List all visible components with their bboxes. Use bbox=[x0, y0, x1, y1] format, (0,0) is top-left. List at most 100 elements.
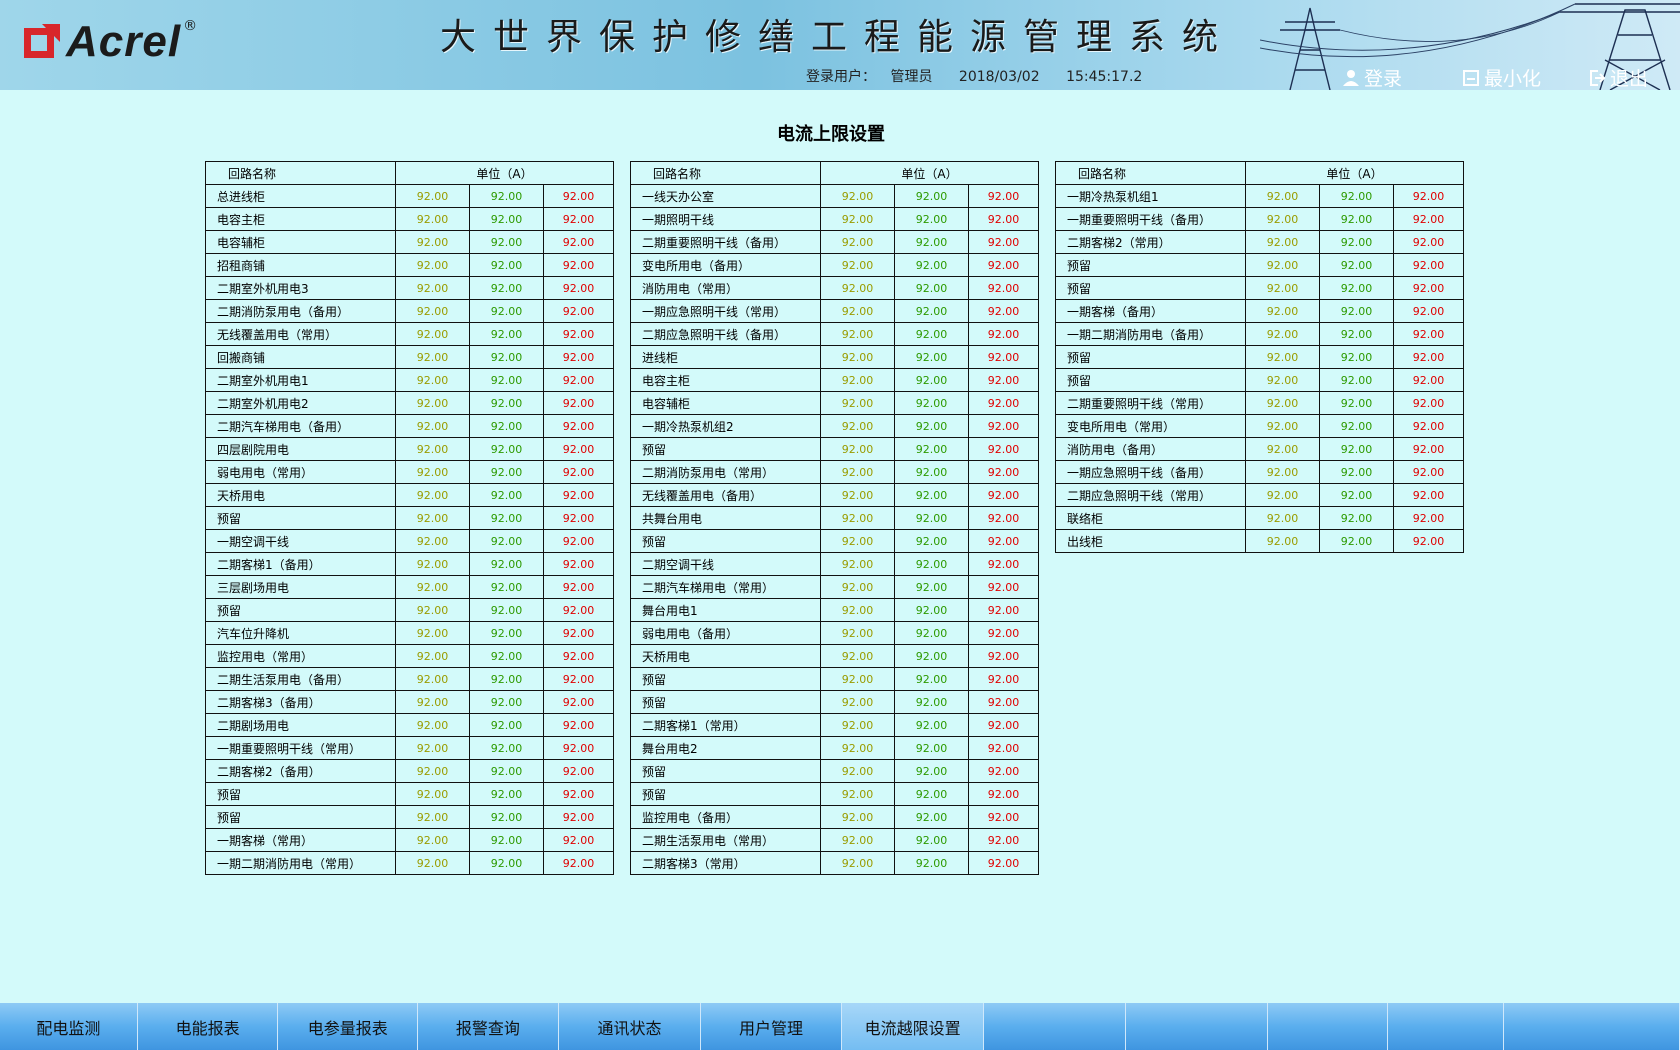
current-limit-value[interactable]: 92.00 bbox=[894, 230, 969, 254]
current-limit-value[interactable]: 92.00 bbox=[968, 713, 1039, 737]
current-limit-value[interactable]: 92.00 bbox=[968, 598, 1039, 622]
current-limit-value[interactable]: 92.00 bbox=[968, 621, 1039, 645]
current-limit-value[interactable]: 92.00 bbox=[543, 368, 614, 392]
current-limit-value[interactable]: 92.00 bbox=[894, 598, 969, 622]
current-limit-value[interactable]: 92.00 bbox=[1319, 184, 1394, 208]
current-limit-value[interactable]: 92.00 bbox=[1319, 460, 1394, 484]
current-limit-value[interactable]: 92.00 bbox=[1245, 391, 1320, 415]
current-limit-value[interactable]: 92.00 bbox=[1393, 368, 1464, 392]
current-limit-value[interactable]: 92.00 bbox=[543, 621, 614, 645]
nav-item[interactable]: 电参量报表 bbox=[278, 1003, 419, 1050]
current-limit-value[interactable]: 92.00 bbox=[820, 621, 895, 645]
current-limit-value[interactable]: 92.00 bbox=[894, 345, 969, 369]
current-limit-value[interactable]: 92.00 bbox=[543, 851, 614, 875]
current-limit-value[interactable]: 92.00 bbox=[820, 299, 895, 323]
current-limit-value[interactable]: 92.00 bbox=[1319, 529, 1394, 553]
current-limit-value[interactable]: 92.00 bbox=[1393, 207, 1464, 231]
current-limit-value[interactable]: 92.00 bbox=[469, 598, 544, 622]
current-limit-value[interactable]: 92.00 bbox=[820, 644, 895, 668]
current-limit-value[interactable]: 92.00 bbox=[820, 253, 895, 277]
current-limit-value[interactable]: 92.00 bbox=[894, 667, 969, 691]
current-limit-value[interactable]: 92.00 bbox=[1245, 368, 1320, 392]
current-limit-value[interactable]: 92.00 bbox=[543, 667, 614, 691]
current-limit-value[interactable]: 92.00 bbox=[543, 460, 614, 484]
current-limit-value[interactable]: 92.00 bbox=[968, 805, 1039, 829]
current-limit-value[interactable]: 92.00 bbox=[894, 368, 969, 392]
current-limit-value[interactable]: 92.00 bbox=[543, 345, 614, 369]
current-limit-value[interactable]: 92.00 bbox=[894, 713, 969, 737]
current-limit-value[interactable]: 92.00 bbox=[395, 782, 470, 806]
current-limit-value[interactable]: 92.00 bbox=[968, 253, 1039, 277]
nav-item-empty[interactable] bbox=[1388, 1003, 1505, 1050]
current-limit-value[interactable]: 92.00 bbox=[543, 230, 614, 254]
current-limit-value[interactable]: 92.00 bbox=[395, 506, 470, 530]
current-limit-value[interactable]: 92.00 bbox=[1245, 414, 1320, 438]
current-limit-value[interactable]: 92.00 bbox=[894, 184, 969, 208]
current-limit-value[interactable]: 92.00 bbox=[543, 322, 614, 346]
current-limit-value[interactable]: 92.00 bbox=[1245, 322, 1320, 346]
nav-item-empty[interactable] bbox=[1504, 1003, 1680, 1050]
current-limit-value[interactable]: 92.00 bbox=[395, 644, 470, 668]
nav-item[interactable]: 电能报表 bbox=[138, 1003, 279, 1050]
current-limit-value[interactable]: 92.00 bbox=[395, 414, 470, 438]
current-limit-value[interactable]: 92.00 bbox=[894, 483, 969, 507]
current-limit-value[interactable]: 92.00 bbox=[820, 391, 895, 415]
current-limit-value[interactable]: 92.00 bbox=[543, 552, 614, 576]
current-limit-value[interactable]: 92.00 bbox=[543, 207, 614, 231]
current-limit-value[interactable]: 92.00 bbox=[894, 506, 969, 530]
current-limit-value[interactable]: 92.00 bbox=[894, 851, 969, 875]
current-limit-value[interactable]: 92.00 bbox=[968, 506, 1039, 530]
current-limit-value[interactable]: 92.00 bbox=[543, 391, 614, 415]
current-limit-value[interactable]: 92.00 bbox=[469, 690, 544, 714]
current-limit-value[interactable]: 92.00 bbox=[395, 230, 470, 254]
current-limit-value[interactable]: 92.00 bbox=[1245, 184, 1320, 208]
current-limit-value[interactable]: 92.00 bbox=[820, 529, 895, 553]
login-button[interactable]: 登录 bbox=[1342, 64, 1402, 90]
current-limit-value[interactable]: 92.00 bbox=[395, 621, 470, 645]
current-limit-value[interactable]: 92.00 bbox=[1393, 184, 1464, 208]
current-limit-value[interactable]: 92.00 bbox=[1319, 345, 1394, 369]
current-limit-value[interactable]: 92.00 bbox=[469, 437, 544, 461]
current-limit-value[interactable]: 92.00 bbox=[968, 736, 1039, 760]
current-limit-value[interactable]: 92.00 bbox=[543, 437, 614, 461]
current-limit-value[interactable]: 92.00 bbox=[894, 805, 969, 829]
nav-item-empty[interactable] bbox=[1268, 1003, 1389, 1050]
current-limit-value[interactable]: 92.00 bbox=[968, 667, 1039, 691]
current-limit-value[interactable]: 92.00 bbox=[543, 414, 614, 438]
current-limit-value[interactable]: 92.00 bbox=[1393, 460, 1464, 484]
current-limit-value[interactable]: 92.00 bbox=[1319, 437, 1394, 461]
current-limit-value[interactable]: 92.00 bbox=[469, 782, 544, 806]
current-limit-value[interactable]: 92.00 bbox=[968, 437, 1039, 461]
current-limit-value[interactable]: 92.00 bbox=[820, 276, 895, 300]
current-limit-value[interactable]: 92.00 bbox=[469, 575, 544, 599]
current-limit-value[interactable]: 92.00 bbox=[395, 184, 470, 208]
current-limit-value[interactable]: 92.00 bbox=[968, 851, 1039, 875]
current-limit-value[interactable]: 92.00 bbox=[820, 345, 895, 369]
current-limit-value[interactable]: 92.00 bbox=[543, 276, 614, 300]
current-limit-value[interactable]: 92.00 bbox=[1319, 506, 1394, 530]
current-limit-value[interactable]: 92.00 bbox=[543, 598, 614, 622]
current-limit-value[interactable]: 92.00 bbox=[395, 851, 470, 875]
current-limit-value[interactable]: 92.00 bbox=[469, 460, 544, 484]
current-limit-value[interactable]: 92.00 bbox=[1393, 414, 1464, 438]
current-limit-value[interactable]: 92.00 bbox=[469, 230, 544, 254]
current-limit-value[interactable]: 92.00 bbox=[543, 299, 614, 323]
current-limit-value[interactable]: 92.00 bbox=[1393, 299, 1464, 323]
current-limit-value[interactable]: 92.00 bbox=[469, 322, 544, 346]
current-limit-value[interactable]: 92.00 bbox=[469, 621, 544, 645]
current-limit-value[interactable]: 92.00 bbox=[820, 437, 895, 461]
current-limit-value[interactable]: 92.00 bbox=[1245, 529, 1320, 553]
current-limit-value[interactable]: 92.00 bbox=[820, 184, 895, 208]
current-limit-value[interactable]: 92.00 bbox=[1393, 276, 1464, 300]
current-limit-value[interactable]: 92.00 bbox=[1393, 253, 1464, 277]
current-limit-value[interactable]: 92.00 bbox=[543, 828, 614, 852]
current-limit-value[interactable]: 92.00 bbox=[1319, 391, 1394, 415]
nav-item[interactable]: 配电监测 bbox=[0, 1003, 138, 1050]
current-limit-value[interactable]: 92.00 bbox=[820, 322, 895, 346]
current-limit-value[interactable]: 92.00 bbox=[469, 552, 544, 576]
current-limit-value[interactable]: 92.00 bbox=[469, 253, 544, 277]
current-limit-value[interactable]: 92.00 bbox=[820, 690, 895, 714]
current-limit-value[interactable]: 92.00 bbox=[968, 529, 1039, 553]
current-limit-value[interactable]: 92.00 bbox=[395, 552, 470, 576]
current-limit-value[interactable]: 92.00 bbox=[894, 460, 969, 484]
